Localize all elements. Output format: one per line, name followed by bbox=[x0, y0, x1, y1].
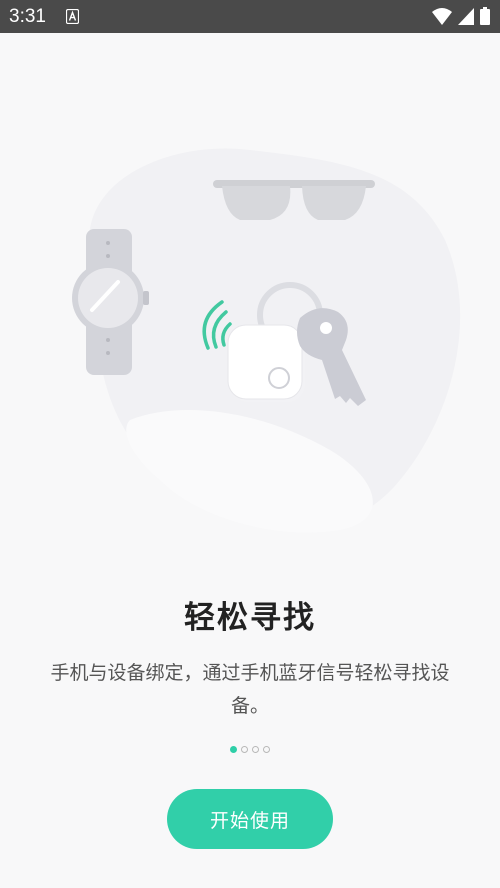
onboarding-illustration bbox=[72, 148, 461, 533]
wifi-icon bbox=[432, 7, 452, 25]
a-badge-icon bbox=[66, 9, 79, 24]
page-description: 手机与设备绑定，通过手机蓝牙信号轻松寻找设备。 bbox=[50, 662, 450, 717]
status-bar: 3:31 bbox=[0, 0, 500, 33]
tracker-tag-icon bbox=[227, 324, 305, 402]
page-dot bbox=[252, 746, 259, 753]
page-dot bbox=[263, 746, 270, 753]
page-dot bbox=[241, 746, 248, 753]
status-icons bbox=[432, 7, 490, 25]
page-dot-active bbox=[230, 746, 237, 753]
status-time: 3:31 bbox=[9, 6, 46, 27]
start-button[interactable]: 开始使用 bbox=[167, 789, 333, 849]
battery-icon bbox=[480, 7, 490, 25]
page-indicator bbox=[0, 746, 500, 753]
page-title: 轻松寻找 bbox=[184, 600, 316, 636]
signal-icon bbox=[458, 7, 474, 25]
